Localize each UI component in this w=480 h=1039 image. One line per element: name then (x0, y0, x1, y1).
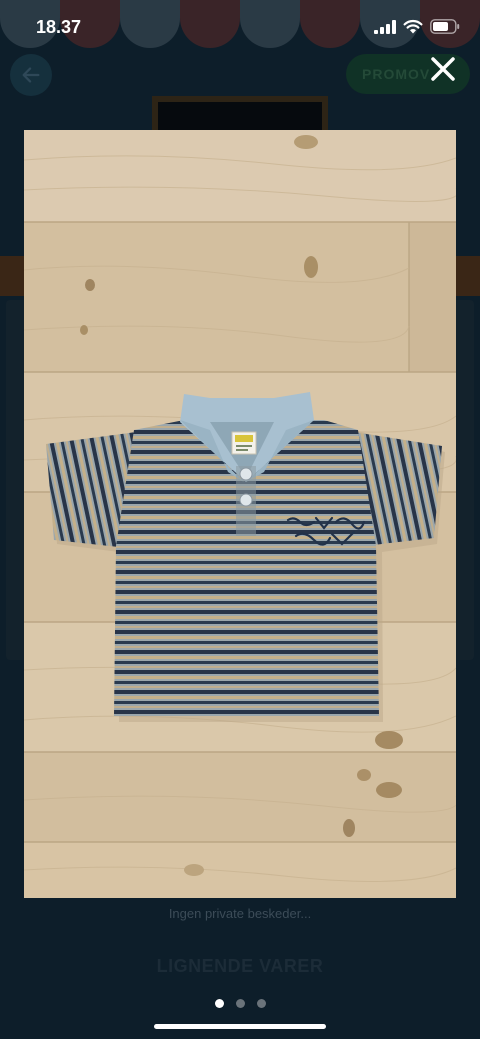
battery-icon (430, 19, 460, 34)
status-bar: 18.37 (0, 0, 480, 54)
pager-dot[interactable] (256, 999, 266, 1008)
arrow-left-icon (22, 67, 40, 83)
close-icon (431, 57, 455, 81)
status-time: 18.37 (36, 17, 82, 37)
pager-dot[interactable] (214, 999, 224, 1008)
back-button[interactable] (10, 54, 52, 96)
close-button[interactable] (426, 52, 460, 86)
photo-pager (0, 999, 480, 1008)
similar-items-heading: LIGNENDE VARER (156, 956, 324, 976)
pager-dot[interactable] (235, 999, 245, 1008)
shirt-photo-illustration (24, 130, 456, 898)
product-photo[interactable] (24, 130, 456, 898)
status-icons (374, 19, 460, 34)
home-indicator[interactable] (154, 1024, 326, 1029)
wifi-icon (403, 19, 423, 34)
cellular-signal-icon (374, 19, 396, 34)
private-messages-note: Ingen private beskeder... (168, 906, 312, 921)
